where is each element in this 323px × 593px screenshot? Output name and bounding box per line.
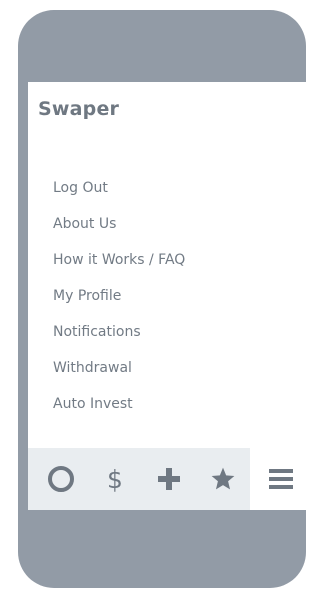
menu-item-auto-invest[interactable]: Auto Invest <box>53 394 185 430</box>
menu-item-notifications[interactable]: Notifications <box>53 322 185 358</box>
hamburger-menu-icon <box>269 469 293 489</box>
tab-circle[interactable] <box>36 448 86 510</box>
tab-plus[interactable] <box>144 448 194 510</box>
menu-item-withdrawal[interactable]: Withdrawal <box>53 358 185 394</box>
side-menu: Log Out About Us How it Works / FAQ My P… <box>53 178 185 430</box>
app-title: Swaper <box>38 98 120 120</box>
bottom-tab-bar: $ <box>28 448 309 510</box>
circle-icon <box>48 466 74 492</box>
app-screen: Swaper Log Out About Us How it Works / F… <box>28 82 309 510</box>
menu-item-log-out[interactable]: Log Out <box>53 178 185 214</box>
star-icon <box>211 467 235 490</box>
tab-star[interactable] <box>198 448 248 510</box>
tab-menu[interactable] <box>256 448 306 510</box>
menu-item-about-us[interactable]: About Us <box>53 214 185 250</box>
dollar-icon: $ <box>107 464 123 494</box>
menu-item-my-profile[interactable]: My Profile <box>53 286 185 322</box>
tab-dollar[interactable]: $ <box>90 448 140 510</box>
plus-icon <box>158 468 180 490</box>
menu-item-how-it-works-faq[interactable]: How it Works / FAQ <box>53 250 185 286</box>
